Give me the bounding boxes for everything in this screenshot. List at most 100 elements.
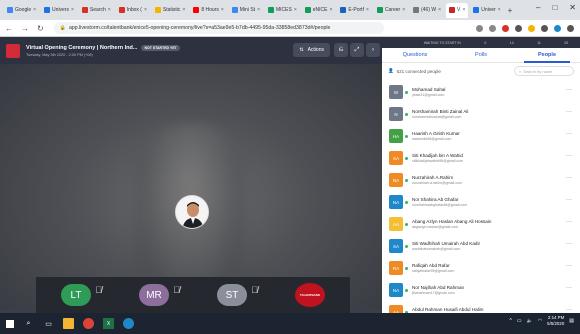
close-icon[interactable]: ✕ [569,3,576,12]
share-icon[interactable]: ⎌ [334,43,348,57]
participant-tile[interactable]: TALENTBANK [270,277,350,313]
task-view-icon[interactable]: ▭ [43,318,54,329]
close-tab-icon[interactable]: × [366,7,369,13]
chrome-icon[interactable] [83,318,94,329]
browser-tab-label: Inbox ( [126,7,142,13]
browser-tab[interactable]: Statistic × [152,3,188,18]
more-options-icon[interactable]: ··· [566,175,572,181]
tab-people[interactable]: People [514,48,580,63]
person-row[interactable]: AA Abang Azlyn Haslan Abang Ali Hossain ab… [382,213,580,235]
browser-tab[interactable]: Career × [374,3,408,18]
online-status-dot [405,244,408,248]
close-tab-icon[interactable]: × [71,7,74,13]
person-row[interactable]: NA Nurzahirah A.Rahim nurzahirah.a.rahim@g… [382,169,580,191]
browser-tab[interactable]: eNICE × [302,3,336,18]
actions-button[interactable]: ⇅ Actions [293,43,330,57]
file-explorer-icon[interactable] [63,318,74,329]
fullscreen-icon[interactable]: ⤢ [350,43,364,57]
person-row[interactable]: SA Siti Khadijah bin A Wahid sitikhadijahw… [382,147,580,169]
person-avatar: M [389,85,403,99]
browser-tab[interactable]: MICES × [265,3,300,18]
tab-polls[interactable]: Polls [448,48,514,62]
close-tab-icon[interactable]: × [33,7,36,13]
participant-tile[interactable]: ST 🎙̸ [192,277,272,313]
online-status-dot [405,266,408,270]
browser-tab[interactable]: V × [446,2,469,18]
excel-icon[interactable]: X [103,318,114,329]
person-row[interactable]: N Norshamirah Binti Zainal Ali norshamirah… [382,103,580,125]
browser-tab[interactable]: Google × [4,3,39,18]
person-row[interactable]: NA Nor Najihah Abd Rahman jihanahman17@gma… [382,279,580,301]
browser-tab[interactable]: Univers × [41,3,77,18]
close-tab-icon[interactable]: × [329,7,332,13]
more-options-icon[interactable]: ··· [566,197,572,203]
forward-icon[interactable]: → [21,24,29,33]
notification-icon[interactable]: ▤ [569,318,574,324]
side-panel: WAITING TO START IN 0 14 11 02 Questions… [382,37,580,319]
extension-icon[interactable] [528,24,535,32]
close-tab-icon[interactable]: × [144,7,147,13]
participant-tile[interactable]: MR 🎙̸ [114,277,194,313]
more-options-icon[interactable]: ··· [566,131,572,137]
browser-tab[interactable]: E-Portf × [337,3,371,18]
more-options-icon[interactable]: ··· [566,219,572,225]
extension-icon[interactable] [515,24,522,32]
collapse-panel-icon[interactable]: › [366,43,380,57]
close-tab-icon[interactable]: × [182,7,185,13]
person-row[interactable]: M Mohamad Sahal ysaie31@gmail.com ··· [382,81,580,103]
battery-icon[interactable]: ▭ [517,318,522,324]
profile-icon[interactable] [554,24,561,32]
more-options-icon[interactable]: ··· [566,153,572,159]
more-options-icon[interactable]: ··· [566,87,572,93]
favicon-icon [376,7,383,13]
browser-tab[interactable]: Univer × [470,3,503,18]
more-options-icon[interactable]: ··· [566,241,572,247]
tab-questions[interactable]: Questions [382,48,448,62]
clock-date: 5/5/2020 [547,321,565,326]
browser-tab[interactable]: Search × [79,3,114,18]
minimize-icon[interactable]: – [536,3,540,12]
close-tab-icon[interactable]: × [294,7,297,13]
windows-start-icon[interactable] [6,319,14,328]
close-tab-icon[interactable]: × [402,7,405,13]
back-icon[interactable]: ← [5,24,13,33]
star-icon[interactable] [489,24,496,32]
person-row[interactable]: SA Siti Wadhihah Umairah Abd Kadir wadhiha… [382,235,580,257]
extension-icon[interactable] [502,24,509,32]
person-row[interactable]: RA Rafiqah Abd Rafar rafiqahrafar95@gmail.… [382,257,580,279]
clock[interactable]: 2:14 PM 5/5/2020 [547,315,564,327]
browser-tab[interactable]: Mini St × [229,3,263,18]
volume-icon[interactable]: 🔈 [527,318,533,324]
person-row[interactable]: NA Nor Shahira Ab Ghafar norshahiraabghafa… [382,191,580,213]
menu-icon[interactable] [567,24,574,32]
more-options-icon[interactable]: ··· [566,109,572,115]
cast-icon[interactable] [476,24,483,32]
url-field[interactable]: 🔒 app.livestorm.co/talentbank/enice5-ope… [53,22,384,34]
edge-icon[interactable] [123,318,134,329]
close-tab-icon[interactable]: × [108,7,111,13]
extension-icon[interactable] [541,24,548,32]
close-tab-icon[interactable]: × [221,7,224,13]
wifi-icon[interactable]: ◠ [538,318,542,324]
new-tab-button[interactable]: + [508,6,513,15]
talentbank-participant-logo: TALENTBANK [295,283,325,307]
reload-icon[interactable]: ↻ [37,24,44,33]
more-options-icon[interactable]: ··· [566,263,572,269]
chevron-up-icon[interactable]: ^ [509,318,511,324]
video-area [0,64,382,309]
browser-tab[interactable]: (46) W × [410,3,444,18]
browser-tab-label: MICES [275,7,292,13]
search-input[interactable]: ⌕ Search by name [514,66,574,76]
search-icon[interactable]: ⌕ [23,318,34,329]
browser-tab[interactable]: 8 Hours × [190,3,226,18]
close-tab-icon[interactable]: × [498,7,501,13]
participant-tile[interactable]: LT 🎙̸ [36,277,116,313]
close-tab-icon[interactable]: × [257,7,260,13]
close-tab-icon[interactable]: × [462,7,465,13]
browser-tab[interactable]: Inbox (× [116,3,150,18]
more-options-icon[interactable]: ··· [566,285,572,291]
screen: Google × Univers × Search × Inbox (× Statistic ×… [0,0,580,334]
maximize-icon[interactable]: □ [552,3,557,12]
close-tab-icon[interactable]: × [438,7,441,13]
person-row[interactable]: HA Haarish A Girish Kumar haarishkk98@gmai… [382,125,580,147]
